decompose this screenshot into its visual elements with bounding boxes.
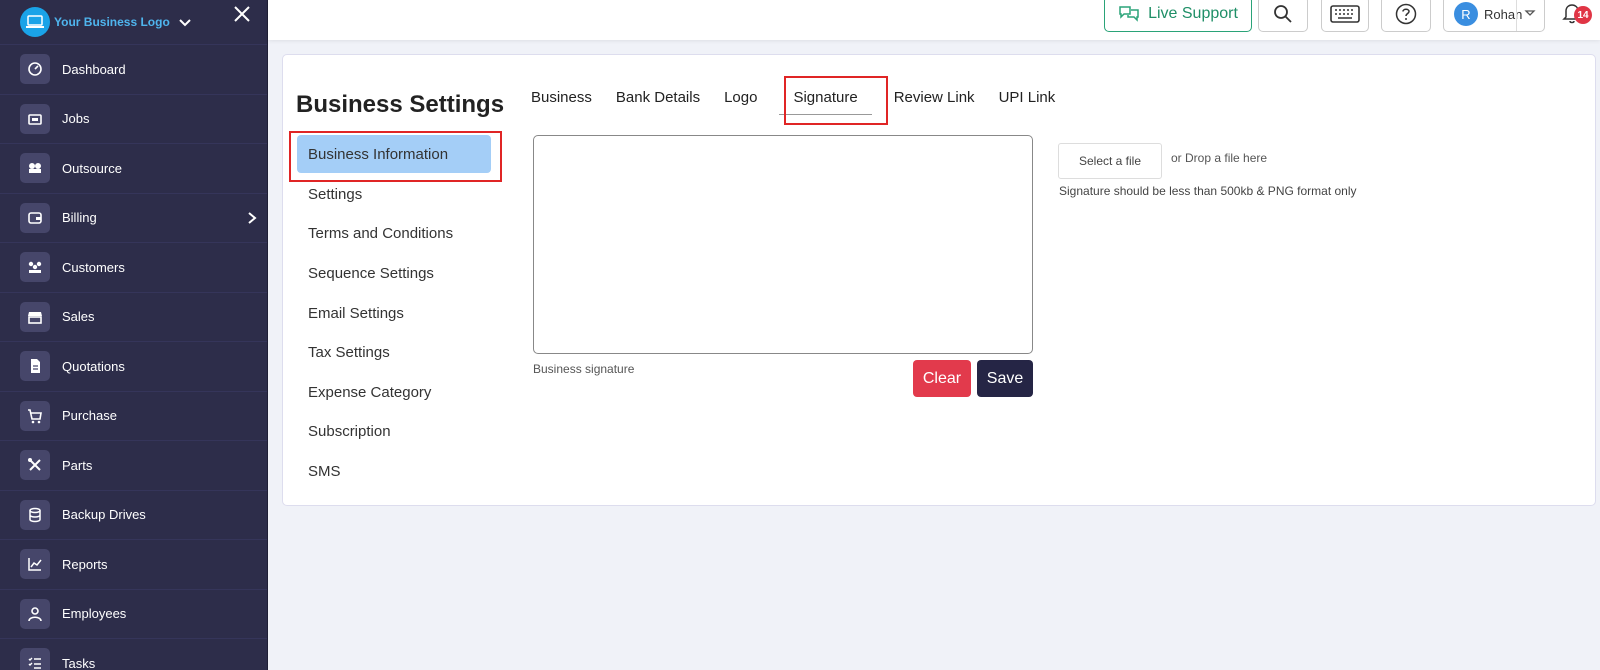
topbar: Live Support R Rohan 14 xyxy=(268,0,1600,40)
subnav-sequence-settings[interactable]: Sequence Settings xyxy=(297,254,491,294)
user-menu[interactable]: R Rohan xyxy=(1443,0,1545,32)
subnav-email-settings[interactable]: Email Settings xyxy=(297,293,491,333)
sidebar-item-label: Dashboard xyxy=(62,61,126,77)
sidebar-nav: Dashboard Jobs Outsource Billing Custome… xyxy=(0,44,267,670)
tab-business[interactable]: Business xyxy=(529,89,594,111)
signature-label: Business signature xyxy=(533,362,635,376)
sidebar-item-label: Customers xyxy=(62,259,125,275)
sidebar-item-dashboard[interactable]: Dashboard xyxy=(0,44,267,94)
chat-icon xyxy=(1119,6,1139,22)
close-icon[interactable] xyxy=(232,4,252,24)
tasks-icon xyxy=(20,648,50,670)
sidebar: Your Business Logo Dashboard Jobs Outsou… xyxy=(0,0,268,670)
sidebar-item-label: Parts xyxy=(62,457,93,473)
keyboard-shortcuts-button[interactable] xyxy=(1321,0,1369,32)
users-icon xyxy=(20,252,50,283)
sidebar-item-label: Tasks xyxy=(62,655,96,670)
tab-review-link[interactable]: Review Link xyxy=(892,89,977,111)
settings-subnav: Business Information Settings Terms and … xyxy=(297,135,491,491)
highlight-outline xyxy=(784,76,888,125)
sidebar-item-reports[interactable]: Reports xyxy=(0,539,267,589)
wallet-icon xyxy=(20,202,50,233)
save-button[interactable]: Save xyxy=(977,360,1033,397)
search-icon xyxy=(1274,5,1292,23)
file-requirements-hint: Signature should be less than 500kb & PN… xyxy=(1059,184,1357,198)
sidebar-item-label: Reports xyxy=(62,556,108,572)
tab-logo[interactable]: Logo xyxy=(722,89,759,111)
sidebar-item-label: Sales xyxy=(62,309,95,325)
database-icon xyxy=(20,499,50,530)
notification-badge: 14 xyxy=(1574,6,1592,24)
subnav-sms[interactable]: SMS xyxy=(297,452,491,492)
sidebar-item-customers[interactable]: Customers xyxy=(0,242,267,292)
page-title: Business Settings xyxy=(296,91,505,118)
sidebar-item-parts[interactable]: Parts xyxy=(0,440,267,490)
avatar: R xyxy=(1454,2,1478,26)
cart-icon xyxy=(20,400,50,431)
select-file-button[interactable]: Select a file xyxy=(1058,143,1162,179)
caret-down-icon[interactable] xyxy=(1524,7,1536,19)
subnav-expense-category[interactable]: Expense Category xyxy=(297,373,491,413)
sidebar-item-purchase[interactable]: Purchase xyxy=(0,390,267,441)
live-support-label: Live Support xyxy=(1148,5,1238,22)
employee-icon xyxy=(20,598,50,629)
signature-pad[interactable] xyxy=(533,135,1033,354)
subnav-settings[interactable]: Settings xyxy=(297,175,491,215)
jobs-icon xyxy=(20,103,50,134)
subnav-subscription[interactable]: Subscription xyxy=(297,412,491,452)
divider xyxy=(1516,0,1517,31)
tab-upi-link[interactable]: UPI Link xyxy=(997,89,1058,111)
document-icon xyxy=(20,351,50,382)
sidebar-item-jobs[interactable]: Jobs xyxy=(0,93,267,144)
sidebar-item-outsource[interactable]: Outsource xyxy=(0,143,267,193)
subnav-terms-and-conditions[interactable]: Terms and Conditions xyxy=(297,214,491,254)
chevron-down-icon[interactable] xyxy=(178,15,192,29)
outsource-icon xyxy=(20,153,50,184)
chart-icon xyxy=(20,549,50,580)
notifications-button[interactable]: 14 xyxy=(1562,2,1594,30)
sidebar-item-billing[interactable]: Billing xyxy=(0,192,267,243)
subnav-tax-settings[interactable]: Tax Settings xyxy=(297,333,491,373)
subnav-business-information[interactable]: Business Information xyxy=(297,135,491,173)
sidebar-item-label: Backup Drives xyxy=(62,507,146,523)
settings-card: Business Settings Business Information S… xyxy=(282,54,1596,506)
sidebar-item-quotations[interactable]: Quotations xyxy=(0,341,267,391)
dashboard-icon xyxy=(20,54,50,85)
sidebar-item-label: Purchase xyxy=(62,408,117,424)
sidebar-item-backup-drives[interactable]: Backup Drives xyxy=(0,489,267,540)
sidebar-item-label: Outsource xyxy=(62,160,122,176)
sidebar-item-tasks[interactable]: Tasks xyxy=(0,638,267,670)
tab-bank-details[interactable]: Bank Details xyxy=(614,89,702,111)
laptop-logo-icon xyxy=(20,7,50,37)
drop-zone-text: or Drop a file here xyxy=(1171,151,1268,165)
keyboard-icon xyxy=(1330,5,1360,23)
sidebar-item-label: Jobs xyxy=(62,111,90,127)
help-icon xyxy=(1395,3,1417,25)
brand-name: Your Business Logo xyxy=(54,15,170,29)
sidebar-item-sales[interactable]: Sales xyxy=(0,291,267,342)
tools-icon xyxy=(20,450,50,481)
brand[interactable]: Your Business Logo xyxy=(0,0,267,44)
live-support-button[interactable]: Live Support xyxy=(1104,0,1252,32)
help-button[interactable] xyxy=(1381,0,1431,32)
clear-button[interactable]: Clear xyxy=(913,360,971,397)
sidebar-item-label: Employees xyxy=(62,606,127,622)
store-icon xyxy=(20,301,50,332)
chevron-right-icon xyxy=(248,211,257,224)
search-button[interactable] xyxy=(1258,0,1308,32)
sidebar-item-label: Quotations xyxy=(62,358,125,374)
sidebar-item-employees[interactable]: Employees xyxy=(0,588,267,639)
sidebar-item-label: Billing xyxy=(62,210,97,226)
